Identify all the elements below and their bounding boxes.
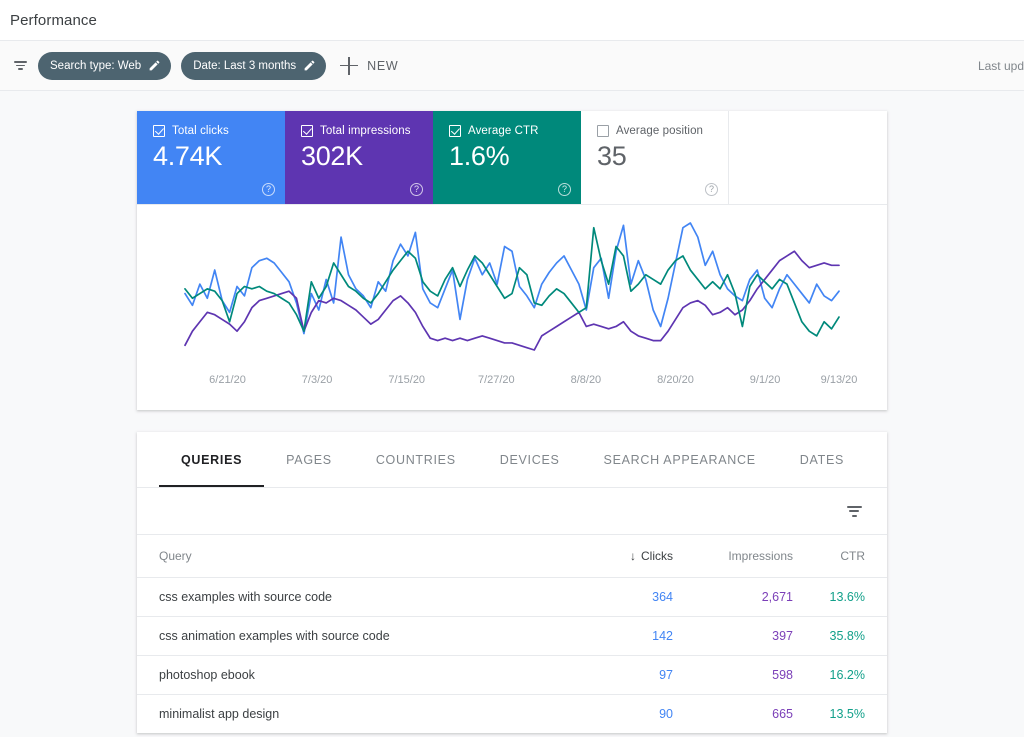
cell-clicks: 142 [652, 628, 673, 643]
x-axis-tick-label: 9/13/20 [820, 374, 858, 386]
table-toolbar [137, 488, 887, 535]
tab-label: DATES [799, 452, 845, 467]
cell-clicks: 90 [659, 706, 673, 721]
page-title: Performance [10, 11, 97, 29]
metric-label: Total clicks [172, 125, 229, 137]
performance-line-chart: 6/21/20 7/3/20 7/15/20 7/27/20 8/8/20 8/20/20… [137, 205, 887, 410]
column-header-ctr[interactable]: CTR [807, 535, 887, 577]
content-area: Total clicks 4.74K ? Total impressions 3… [0, 91, 1024, 733]
tab-dates[interactable]: DATES [778, 432, 866, 487]
tab-label: DEVICES [499, 452, 560, 467]
last-updated-text: Last upd [977, 58, 1024, 73]
metric-label: Average CTR [468, 125, 539, 137]
metric-label: Total impressions [320, 125, 411, 137]
x-axis-tick-label: 7/15/20 [388, 374, 426, 386]
metric-value: 4.74K [153, 141, 223, 171]
add-new-filter-label: NEW [367, 58, 399, 73]
checkbox-icon[interactable] [153, 125, 165, 137]
dimension-tabs: QUERIES PAGES COUNTRIES DEVICES SEARCH APPEA… [137, 432, 887, 488]
column-header-clicks-label: Clicks [641, 548, 673, 563]
sort-descending-icon: ↓ [630, 548, 636, 563]
help-icon[interactable]: ? [705, 183, 718, 196]
metric-card-total-clicks[interactable]: Total clicks 4.74K ? [137, 111, 285, 204]
cell-ctr: 35.8% [829, 628, 865, 643]
performance-table: Query ↓ Clicks Impressions CTR css exampl… [137, 535, 887, 733]
tab-label: PAGES [286, 452, 332, 467]
help-icon[interactable]: ? [558, 183, 571, 196]
chart-line-average-ctr [184, 226, 840, 337]
column-header-query[interactable]: Query [137, 535, 577, 577]
title-bar: Performance [0, 0, 1024, 40]
performance-chart-card: Total clicks 4.74K ? Total impressions 3… [137, 111, 887, 410]
x-axis-tick-label: 8/8/20 [570, 374, 602, 386]
table-row[interactable]: photoshop ebook 97 598 16.2% [137, 655, 887, 694]
tab-search-appearance[interactable]: SEARCH APPEARANCE [582, 432, 778, 487]
checkbox-icon[interactable] [301, 125, 313, 137]
pencil-icon [303, 59, 316, 72]
filter-chip-date-label: Date: Last 3 months [193, 59, 297, 72]
column-header-impressions[interactable]: Impressions [687, 535, 807, 577]
filter-chip-search-type-label: Search type: Web [50, 59, 142, 72]
table-header: Query ↓ Clicks Impressions CTR [137, 535, 887, 577]
metric-card-header: Total clicks [153, 125, 273, 137]
checkbox-icon[interactable] [597, 125, 609, 137]
add-new-filter-button[interactable]: NEW [340, 56, 399, 75]
metric-card-header: Total impressions [301, 125, 421, 137]
cell-query: css examples with source code [159, 589, 332, 604]
help-icon[interactable]: ? [410, 183, 423, 196]
metric-card-average-position[interactable]: Average position 35 ? [581, 111, 729, 204]
cell-ctr: 13.6% [829, 589, 865, 604]
cell-impressions: 598 [772, 667, 793, 682]
checkbox-icon[interactable] [449, 125, 461, 137]
metric-cards-filler [729, 111, 887, 204]
tab-label: SEARCH APPEARANCE [603, 452, 756, 467]
metric-cards: Total clicks 4.74K ? Total impressions 3… [137, 111, 887, 205]
cell-query: css animation examples with source code [159, 628, 390, 643]
cell-clicks: 97 [659, 667, 673, 682]
filter-chip-search-type[interactable]: Search type: Web [38, 51, 172, 80]
metric-card-total-impressions[interactable]: Total impressions 302K ? [285, 111, 433, 204]
filter-chip-date[interactable]: Date: Last 3 months [181, 51, 327, 80]
help-icon[interactable]: ? [262, 183, 275, 196]
table-row[interactable]: css animation examples with source code 1… [137, 616, 887, 655]
x-axis-tick-label: 9/1/20 [749, 374, 781, 386]
x-axis-tick-label: 6/21/20 [209, 374, 246, 386]
cell-impressions: 665 [772, 706, 793, 721]
column-header-clicks[interactable]: ↓ Clicks [577, 535, 687, 577]
x-axis-tick-label: 7/3/20 [301, 374, 333, 386]
dimension-table-card: QUERIES PAGES COUNTRIES DEVICES SEARCH APPEA… [137, 432, 887, 733]
x-axis-tick-label: 7/27/20 [477, 374, 515, 386]
metric-card-average-ctr[interactable]: Average CTR 1.6% ? [433, 111, 581, 204]
metric-label: Average position [616, 125, 704, 137]
metric-card-header: Average position [597, 125, 716, 137]
metric-value: 302K [301, 141, 363, 171]
filter-icon[interactable] [843, 500, 865, 522]
metric-value: 35 [597, 141, 627, 171]
x-axis-tick-label: 8/20/20 [657, 374, 694, 386]
metric-value: 1.6% [449, 141, 510, 171]
pencil-icon [148, 59, 161, 72]
filter-bar: Search type: Web Date: Last 3 months NEW… [0, 40, 1024, 91]
table-header-row: Query ↓ Clicks Impressions CTR [137, 535, 887, 577]
metric-card-header: Average CTR [449, 125, 569, 137]
cell-impressions: 2,671 [761, 589, 793, 604]
plus-icon [340, 56, 359, 75]
tab-pages[interactable]: PAGES [264, 432, 354, 487]
table-row[interactable]: css examples with source code 364 2,671 13.… [137, 577, 887, 616]
chart-x-axis: 6/21/20 7/3/20 7/15/20 7/27/20 8/8/20 8/20/20… [137, 374, 887, 388]
cell-ctr: 13.5% [829, 706, 865, 721]
cell-ctr: 16.2% [829, 667, 865, 682]
filter-icon[interactable] [8, 54, 32, 78]
cell-impressions: 397 [772, 628, 793, 643]
tab-label: COUNTRIES [375, 452, 456, 467]
cell-query: minimalist app design [159, 706, 280, 721]
cell-query: photoshop ebook [159, 667, 255, 682]
cell-clicks: 364 [652, 589, 673, 604]
table-row[interactable]: minimalist app design 90 665 13.5% [137, 694, 887, 733]
tab-countries[interactable]: COUNTRIES [354, 432, 478, 487]
tab-queries[interactable]: QUERIES [159, 432, 265, 487]
tab-devices[interactable]: DEVICES [478, 432, 582, 487]
tab-label: QUERIES [181, 452, 243, 467]
table-body: css examples with source code 364 2,671 13.… [137, 577, 887, 733]
